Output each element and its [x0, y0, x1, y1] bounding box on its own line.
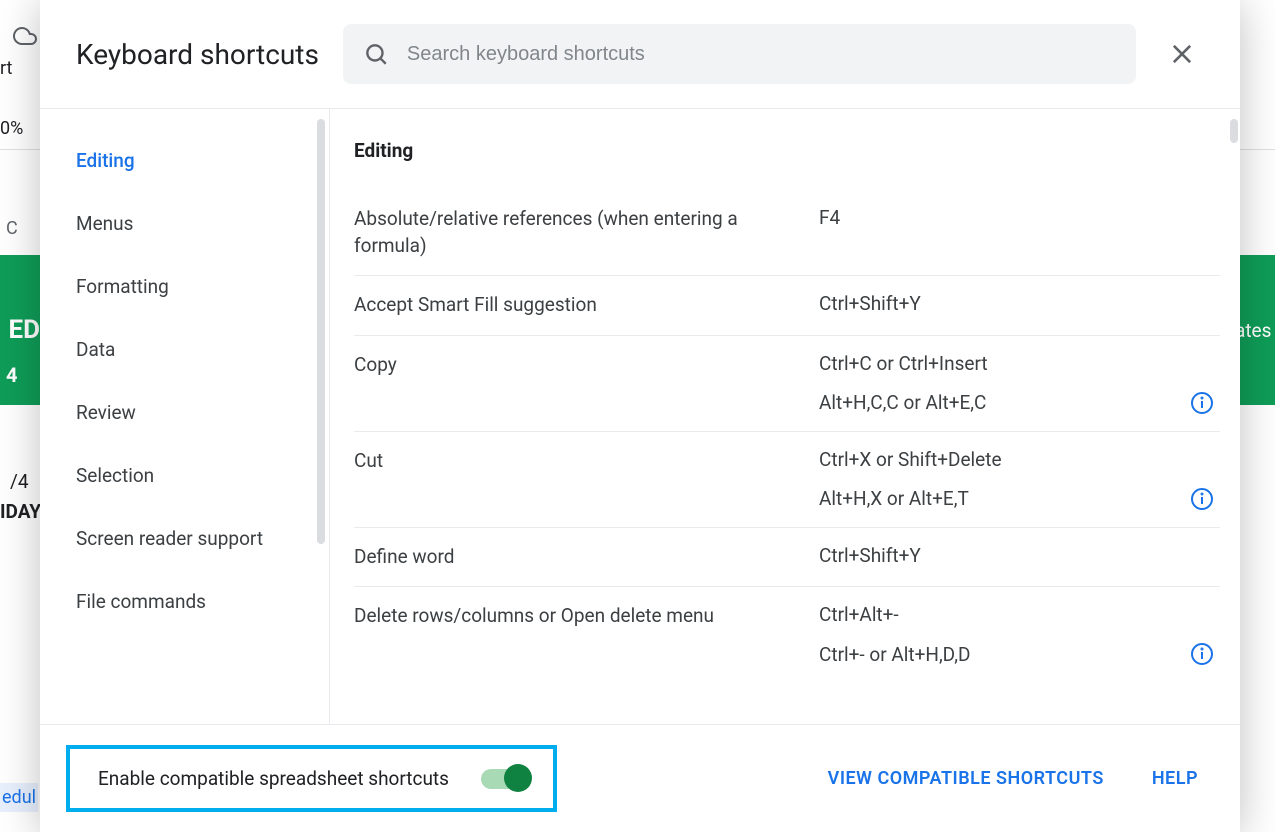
- key-line: Ctrl+X or Shift+Delete: [819, 448, 1220, 471]
- shortcut-description: Delete rows/columns or Open delete menu: [354, 603, 819, 630]
- sidebar-item-formatting[interactable]: Formatting: [40, 259, 329, 314]
- toggle-label: Enable compatible spreadsheet shortcuts: [98, 767, 449, 790]
- key-text: Ctrl+X or Shift+Delete: [819, 448, 1002, 471]
- search-container[interactable]: [343, 24, 1136, 84]
- key-text: Alt+H,X or Alt+E,T: [819, 487, 969, 510]
- key-text: Ctrl+- or Alt+H,D,D: [819, 643, 970, 666]
- bg-text-frac: /4: [10, 470, 29, 493]
- key-text: F4: [819, 206, 840, 229]
- bg-text-c: C: [6, 218, 18, 239]
- key-text: Ctrl+C or Ctrl+Insert: [819, 352, 988, 375]
- sidebar-item-screen-reader-support[interactable]: Screen reader support: [40, 511, 329, 566]
- info-icon[interactable]: [1190, 391, 1214, 415]
- shortcut-description: Absolute/relative references (when enter…: [354, 206, 819, 259]
- shortcut-description: Cut: [354, 448, 819, 475]
- bg-text-edul: edul: [0, 783, 38, 812]
- content-panel: Editing Absolute/relative references (wh…: [330, 109, 1240, 724]
- sidebar-scrollbar[interactable]: [317, 119, 325, 544]
- view-compatible-link[interactable]: VIEW COMPATIBLE SHORTCUTS: [816, 760, 1116, 797]
- key-line: Ctrl+Shift+Y: [819, 544, 1220, 567]
- bg-green-right: ates: [1235, 255, 1275, 405]
- shortcut-row: Accept Smart Fill suggestionCtrl+Shift+Y: [354, 276, 1220, 336]
- sidebar-item-data[interactable]: Data: [40, 322, 329, 377]
- key-line: Ctrl+Alt+-: [819, 603, 1220, 626]
- dialog-footer: Enable compatible spreadsheet shortcuts …: [40, 724, 1240, 832]
- key-line: Ctrl+Shift+Y: [819, 292, 1220, 315]
- key-line: Alt+H,X or Alt+E,T: [819, 487, 1220, 511]
- sidebar-item-review[interactable]: Review: [40, 385, 329, 440]
- info-icon[interactable]: [1190, 487, 1214, 511]
- search-icon: [363, 41, 389, 67]
- toggle-highlight-box: Enable compatible spreadsheet shortcuts: [66, 745, 557, 812]
- shortcut-keys: Ctrl+C or Ctrl+Insert Alt+H,C,C or Alt+E,…: [819, 352, 1220, 415]
- key-line: Ctrl+C or Ctrl+Insert: [819, 352, 1220, 375]
- key-text: Ctrl+Alt+-: [819, 603, 899, 626]
- section-title: Editing: [354, 139, 1220, 162]
- shortcut-description: Define word: [354, 544, 819, 571]
- shortcut-row: CutCtrl+X or Shift+Delete Alt+H,X or Alt+…: [354, 432, 1220, 528]
- bg-text-day: IDAY: [0, 500, 41, 523]
- shortcut-row: Absolute/relative references (when enter…: [354, 190, 1220, 276]
- shortcuts-dialog: Keyboard shortcuts Editing Menus Formattin…: [40, 0, 1240, 832]
- sidebar-item-selection[interactable]: Selection: [40, 448, 329, 503]
- shortcut-keys: Ctrl+X or Shift+Delete Alt+H,X or Alt+E,T: [819, 448, 1220, 511]
- sidebar-item-editing[interactable]: Editing: [40, 133, 329, 188]
- key-line: Ctrl+- or Alt+H,D,D: [819, 642, 1220, 666]
- shortcut-keys: Ctrl+Shift+Y: [819, 544, 1220, 567]
- content-scrollbar[interactable]: [1230, 119, 1238, 143]
- shortcut-row: Delete rows/columns or Open delete menuC…: [354, 587, 1220, 682]
- key-text: Ctrl+Shift+Y: [819, 544, 921, 567]
- sidebar-item-menus[interactable]: Menus: [40, 196, 329, 251]
- shortcut-description: Copy: [354, 352, 819, 379]
- shortcut-keys: F4: [819, 206, 1220, 229]
- bg-green-num: 4: [6, 363, 17, 387]
- compat-toggle[interactable]: [481, 769, 529, 789]
- shortcut-row: CopyCtrl+C or Ctrl+Insert Alt+H,C,C or Al…: [354, 336, 1220, 432]
- search-input[interactable]: [407, 43, 1116, 66]
- bg-text-rt: rt: [0, 58, 12, 79]
- key-text: Ctrl+Shift+Y: [819, 292, 921, 315]
- sidebar-item-file-commands[interactable]: File commands: [40, 574, 329, 629]
- cloud-icon: [13, 24, 37, 48]
- dialog-header: Keyboard shortcuts: [40, 0, 1240, 108]
- dialog-title: Keyboard shortcuts: [76, 38, 319, 71]
- shortcut-keys: Ctrl+Alt+- Ctrl+- or Alt+H,D,D: [819, 603, 1220, 666]
- shortcut-keys: Ctrl+Shift+Y: [819, 292, 1220, 315]
- bg-text-zoom: 0%: [0, 118, 23, 139]
- key-line: F4: [819, 206, 1220, 229]
- help-link[interactable]: HELP: [1140, 760, 1210, 797]
- close-button[interactable]: [1160, 32, 1204, 76]
- key-text: Alt+H,C,C or Alt+E,C: [819, 391, 986, 414]
- key-line: Alt+H,C,C or Alt+E,C: [819, 391, 1220, 415]
- toggle-knob: [504, 764, 532, 792]
- info-icon[interactable]: [1190, 642, 1214, 666]
- sidebar: Editing Menus Formatting Data Review Selectio…: [40, 109, 330, 724]
- dialog-body: Editing Menus Formatting Data Review Selectio…: [40, 108, 1240, 724]
- shortcut-description: Accept Smart Fill suggestion: [354, 292, 819, 319]
- shortcut-row: Define wordCtrl+Shift+Y: [354, 528, 1220, 588]
